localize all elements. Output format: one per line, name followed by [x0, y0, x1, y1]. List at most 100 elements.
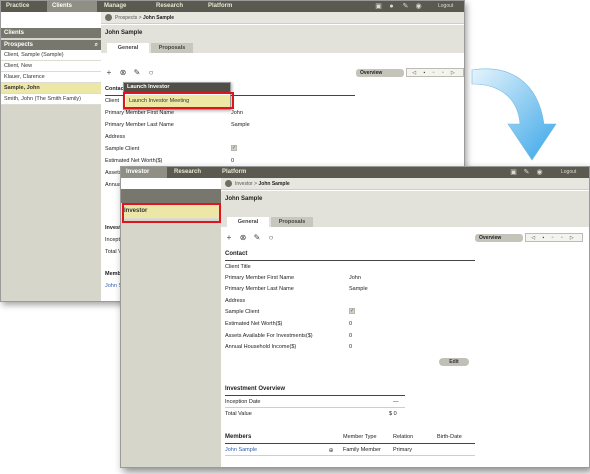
window-icon[interactable]: ▣	[510, 169, 517, 176]
income-value: 0	[349, 344, 353, 350]
menu-header: Launch Investor	[124, 83, 230, 92]
nav-manage[interactable]: Manage	[99, 1, 149, 12]
sample-client-checkbox[interactable]: ✓	[231, 145, 237, 151]
top-nav: Investor Research Platform ▣ ✎ ◉ Logout	[121, 167, 589, 178]
client-label: Client	[105, 98, 120, 104]
birth-date-header: Birth-Date	[437, 434, 462, 440]
total-value-label: Total Value	[225, 411, 252, 417]
highlight-box	[122, 203, 221, 223]
top-nav: Practice Clients Manage Research Platfor…	[1, 1, 464, 12]
wrench-icon[interactable]: ✎	[133, 69, 141, 77]
circle-icon[interactable]: ○	[147, 69, 155, 77]
net-worth-label: Estimated Net Worth($)	[105, 158, 163, 164]
client-title-label: Client Title	[225, 264, 251, 270]
income-label: Annual Household Income($)	[225, 344, 297, 350]
total-value-value: $ 0	[389, 411, 397, 417]
first-name-label: Primary Member First Name	[105, 110, 175, 116]
front-app-window: Investor Research Platform ▣ ✎ ◉ Logout …	[120, 166, 590, 468]
divider	[225, 455, 475, 456]
nav-platform[interactable]: Platform	[217, 167, 267, 178]
net-worth-value: 0	[231, 158, 235, 164]
prospects-section-header[interactable]: Prospects ⌕	[1, 40, 101, 50]
wrench-icon[interactable]: ✎	[523, 169, 530, 176]
add-icon[interactable]: +	[105, 69, 113, 77]
breadcrumb-parent[interactable]: Prospects	[115, 15, 137, 21]
nav-clients[interactable]: Clients	[47, 1, 97, 12]
chat-icon[interactable]: ◉	[415, 3, 422, 10]
member-link[interactable]: John Sample	[225, 447, 257, 453]
breadcrumb-current: John Sample	[258, 181, 290, 187]
edit-button[interactable]: Edit	[439, 358, 469, 366]
clients-section-header[interactable]: Clients	[1, 28, 101, 38]
title-bar: John Sample General Proposals	[221, 191, 589, 227]
address-label: Address	[225, 298, 246, 304]
sidebar: Clients Prospects ⌕ Client, Sample (Samp…	[1, 28, 101, 301]
last-name-value: Sample	[231, 122, 250, 128]
pager[interactable]: ◁ ▪ ▫ ▫ ▷	[525, 233, 583, 242]
tab-proposals[interactable]: Proposals	[151, 43, 193, 53]
chat-icon[interactable]: ◉	[536, 169, 543, 176]
sidebar-header	[121, 189, 221, 203]
tab-general[interactable]: General	[227, 217, 269, 227]
page-title: John Sample	[225, 196, 263, 202]
member-type-value: Family Member	[343, 447, 381, 453]
circle-icon[interactable]: ○	[267, 234, 275, 242]
members-header: Memb	[105, 271, 121, 277]
logout-link[interactable]: Logout	[561, 167, 576, 178]
search-icon[interactable]: ⌕	[95, 40, 98, 50]
arrow-icon	[471, 68, 557, 161]
wrench-icon[interactable]: ✎	[402, 3, 409, 10]
pager[interactable]: ◁ ▪ ▫ ▫ ▷	[406, 68, 464, 77]
contact-header: Contact	[225, 251, 248, 257]
divider	[225, 395, 405, 396]
last-name-label: Primary Member Last Name	[105, 122, 174, 128]
overview-dropdown[interactable]: Overview	[475, 234, 523, 242]
assets-value: 0	[349, 333, 353, 339]
breadcrumb: Investor > John Sample	[221, 178, 589, 190]
inception-value: —	[393, 399, 399, 405]
home-icon[interactable]	[225, 180, 232, 188]
home-icon[interactable]	[105, 14, 112, 22]
nav-research[interactable]: Research	[151, 1, 201, 12]
list-item-selected[interactable]: Sample, John	[1, 83, 101, 94]
nav-practice[interactable]: Practice	[1, 1, 47, 12]
info-icon[interactable]: ●	[388, 3, 395, 10]
toolbar: + ⊗ ✎ ○ Overview ◁ ▪ ▫ ▫ ▷	[105, 68, 464, 79]
logout-link[interactable]: Logout	[438, 1, 453, 12]
nav-investor[interactable]: Investor	[121, 167, 167, 178]
annual-label: Annua	[105, 182, 121, 188]
list-item[interactable]: Klauer, Clarence	[1, 72, 101, 83]
window-icon[interactable]: ▣	[375, 3, 382, 10]
list-item[interactable]: Client, Sample (Sample)	[1, 50, 101, 61]
tab-general[interactable]: General	[107, 43, 149, 53]
breadcrumb-current: John Sample	[142, 15, 175, 21]
list-item[interactable]: Client, New	[1, 61, 101, 72]
highlight-box	[123, 92, 234, 109]
sample-client-label: Sample Client	[105, 146, 140, 152]
add-icon[interactable]: +	[225, 234, 233, 242]
net-worth-label: Estimated Net Worth($)	[225, 321, 283, 327]
address-label: Address	[105, 134, 126, 140]
overview-dropdown[interactable]: Overview	[356, 69, 404, 77]
first-name-value: John	[349, 275, 361, 281]
remove-icon[interactable]: ⊗	[239, 234, 247, 242]
divider	[225, 407, 405, 408]
tab-proposals[interactable]: Proposals	[271, 217, 313, 227]
inception-label: Inception Date	[225, 399, 261, 405]
wrench-icon[interactable]: ✎	[253, 234, 261, 242]
sample-client-checkbox[interactable]: ✓	[349, 308, 355, 314]
nav-research[interactable]: Research	[169, 167, 219, 178]
first-name-label: Primary Member First Name	[225, 275, 295, 281]
net-worth-value: 0	[349, 321, 353, 327]
remove-icon[interactable]: ⊗	[119, 69, 127, 77]
add-icon[interactable]: ⊕	[327, 447, 335, 455]
divider	[225, 260, 475, 261]
sidebar: Investor	[121, 189, 221, 467]
divider	[225, 443, 475, 444]
sample-client-label: Sample Client	[225, 309, 260, 315]
breadcrumb-parent[interactable]: Investor	[235, 181, 253, 187]
relation-header: Relation	[393, 434, 414, 440]
nav-platform[interactable]: Platform	[203, 1, 253, 12]
prospects-header-label: Prospects	[4, 42, 34, 48]
list-item[interactable]: Smith, John (The Smith Family)	[1, 94, 101, 105]
